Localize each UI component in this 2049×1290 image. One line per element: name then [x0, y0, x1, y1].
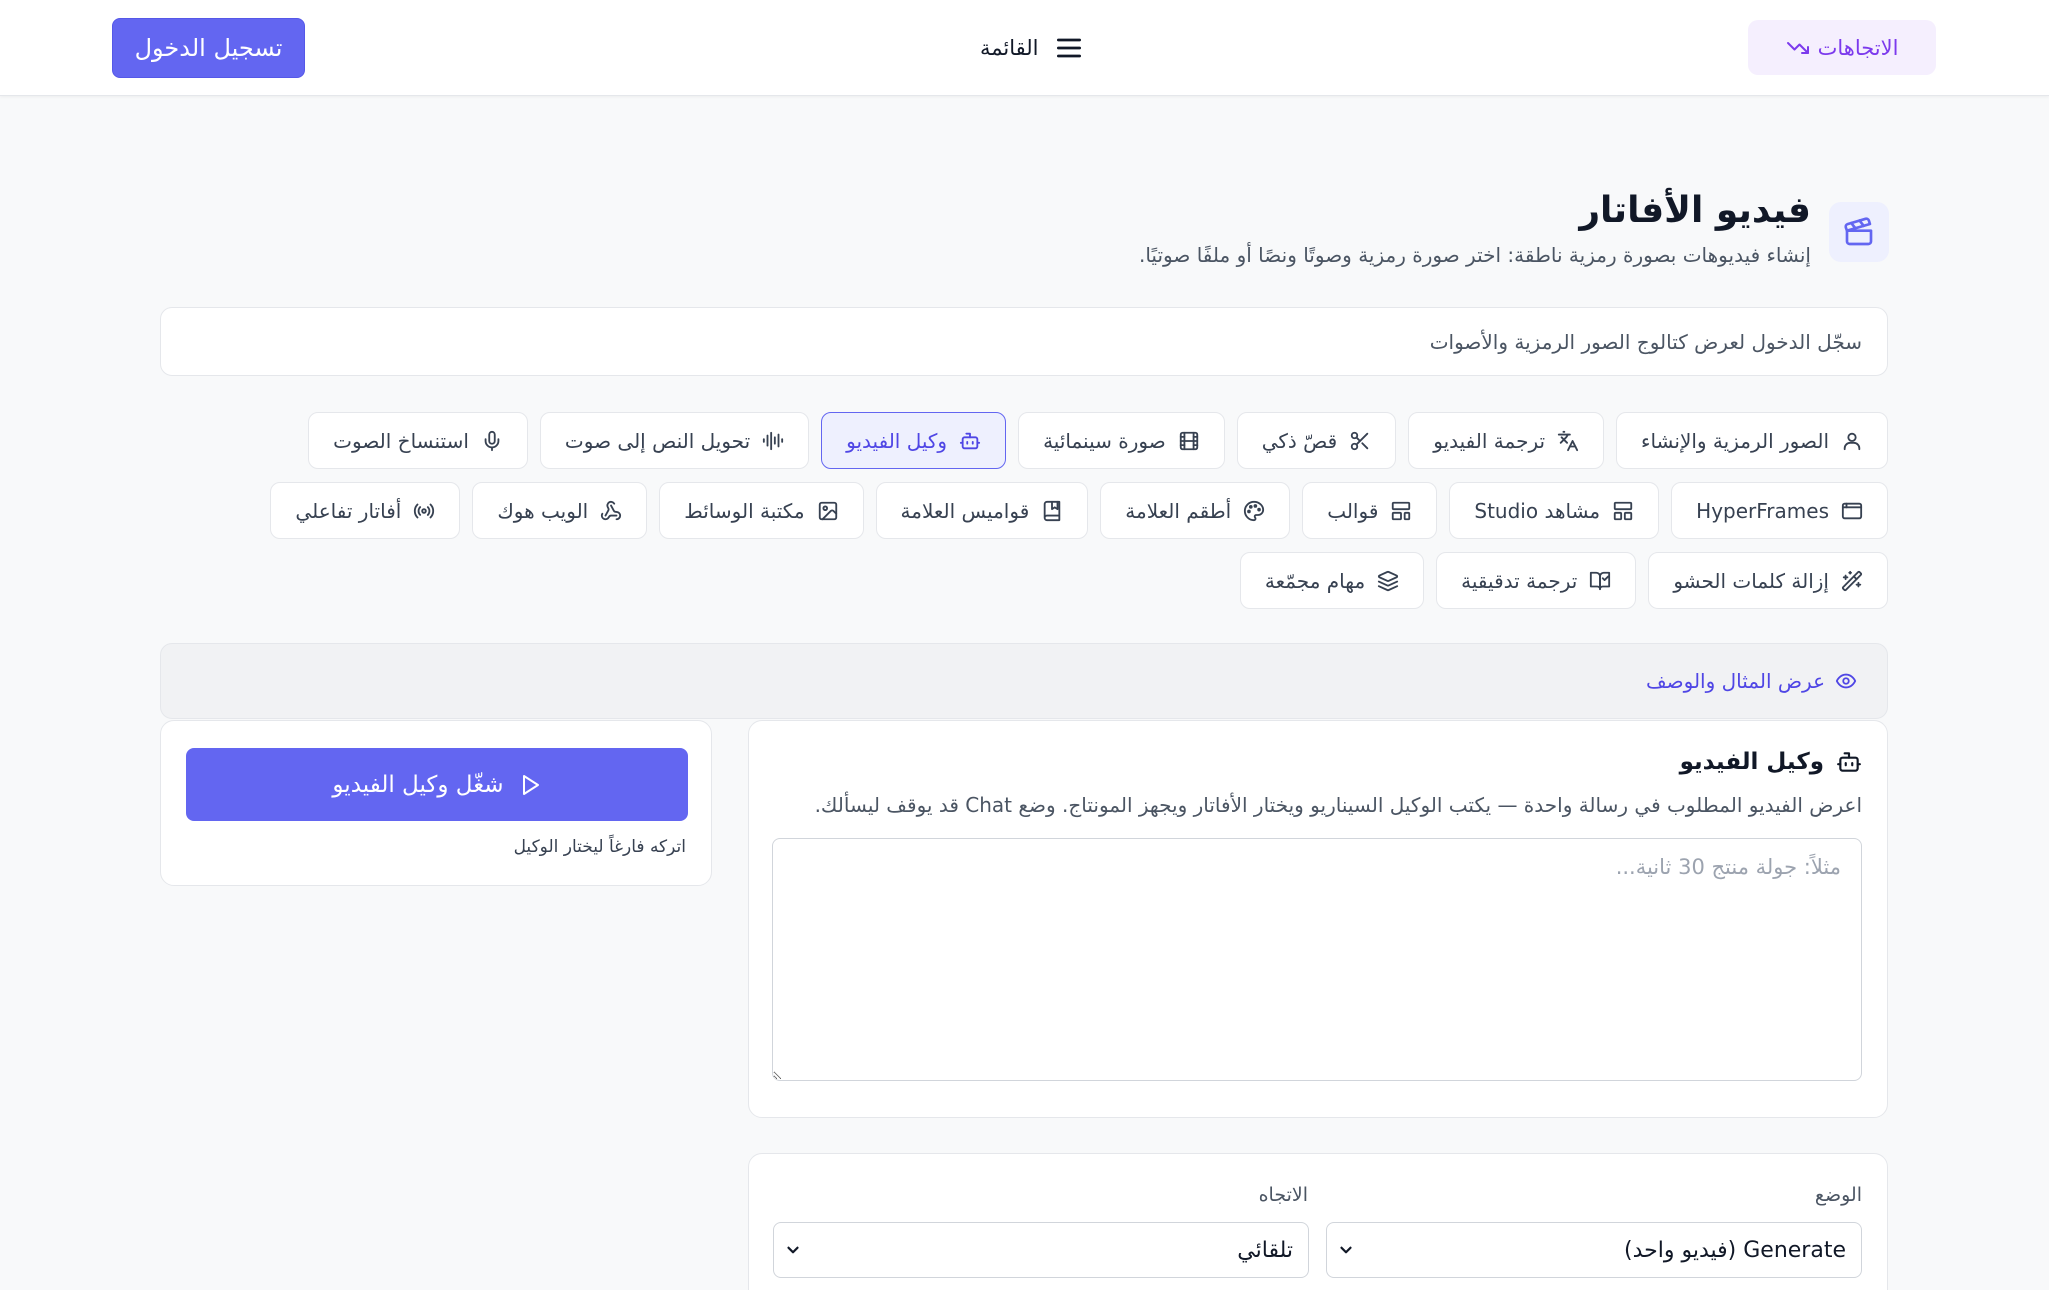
login-required-banner: سجّل الدخول لعرض كتالوج الصور الرمزية وا… [160, 307, 1888, 376]
orientation-select[interactable]: تلقائي [773, 1222, 1309, 1278]
tab-book[interactable]: قواميس العلامة [875, 482, 1089, 539]
agent-description: اعرض الفيديو المطلوب في رسالة واحدة — يك… [814, 793, 1862, 817]
template-icon [1392, 501, 1411, 520]
chevron-down-icon [787, 1246, 799, 1254]
tab-label: أفاتار تفاعلي [295, 498, 402, 523]
bot-icon [959, 432, 981, 449]
trending-icon [1786, 41, 1809, 54]
tab-scissors[interactable]: قصّ ذكي [1236, 412, 1397, 469]
webhook-icon [601, 500, 622, 520]
image-icon [818, 501, 837, 520]
show-example-toggle[interactable]: عرض المثال والوصف [160, 643, 1888, 719]
tab-label: HyperFrames [1696, 498, 1829, 523]
login-button[interactable]: تسجيل الدخول [112, 18, 305, 78]
tab-label: ترجمة تدقيقية [1461, 568, 1578, 593]
tab-user[interactable]: الصور الرمزية والإنشاء [1616, 412, 1888, 469]
agent-prompt-textarea[interactable] [772, 838, 1862, 1081]
scissors-icon [1351, 431, 1369, 450]
run-agent-label: شغّل وكيل الفيديو [332, 771, 504, 798]
orientation-label: الاتجاه [1258, 1184, 1308, 1206]
radio-icon [414, 503, 435, 518]
tab-radio[interactable]: أفاتار تفاعلي [270, 482, 461, 539]
video-agent-card: وكيل الفيديو اعرض الفيديو المطلوب في رسا… [748, 720, 1888, 1118]
tab-mic[interactable]: استنساخ الصوت [308, 412, 528, 469]
layers-icon [1378, 570, 1399, 591]
book-check-icon [1590, 571, 1611, 590]
agent-title: وكيل الفيديو [1679, 749, 1824, 775]
play-icon [522, 774, 539, 795]
user-icon [1843, 432, 1861, 450]
tab-label: قصّ ذكي [1261, 428, 1338, 453]
tab-label: تحويل النص إلى صوت [564, 428, 751, 453]
show-example-label: عرض المثال والوصف [1645, 669, 1825, 693]
clapperboard-icon [1829, 202, 1889, 262]
palette-icon [1244, 500, 1265, 521]
tab-label: إزالة كلمات الحشو [1673, 568, 1829, 593]
tab-audio-lines[interactable]: تحويل النص إلى صوت [539, 412, 810, 469]
tab-book-check[interactable]: ترجمة تدقيقية [1436, 552, 1637, 609]
app-window-icon [1841, 502, 1863, 519]
page-subtitle: إنشاء فيديوهات بصورة رمزية ناطقة: اختر ص… [1138, 243, 1811, 267]
tab-label: قوالب [1327, 498, 1379, 523]
tab-template[interactable]: قوالب [1302, 482, 1438, 539]
mode-select[interactable]: Generate (فيديو واحد) [1326, 1222, 1862, 1278]
settings-card: الوضع Generate (فيديو واحد) الاتجاه تلقا… [748, 1153, 1888, 1290]
page-title: فيديو الأفاتار [1579, 190, 1811, 231]
tab-label: استنساخ الصوت [333, 428, 469, 453]
tab-translate[interactable]: ترجمة الفيديو [1408, 412, 1605, 469]
run-agent-card: شغّل وكيل الفيديو اتركه فارغاً ليختار ال… [160, 720, 712, 886]
chevron-down-icon [1340, 1246, 1352, 1254]
wand-icon [1841, 570, 1863, 591]
tab-webhook[interactable]: الويب هوك [472, 482, 648, 539]
menu-button[interactable]: القائمة [980, 30, 1085, 66]
menu-label: القائمة [980, 36, 1039, 60]
feature-tabs: الصور الرمزية والإنشاء ترجمة الفيديو قصّ ذ… [148, 412, 1888, 609]
translate-icon [1557, 430, 1579, 451]
tab-palette[interactable]: أطقم العلامة [1100, 482, 1291, 539]
run-agent-button[interactable]: شغّل وكيل الفيديو [186, 748, 688, 821]
run-agent-hint: اتركه فارغاً ليختار الوكيل [513, 837, 686, 857]
tab-label: ترجمة الفيديو [1433, 428, 1546, 453]
top-navbar: الاتجاهات القائمة تسجيل الدخول [0, 0, 2049, 96]
tab-layers[interactable]: مهام مجمّعة [1239, 552, 1425, 609]
trends-label: الاتجاهات [1817, 35, 1899, 60]
tab-film[interactable]: صورة سينمائية [1018, 412, 1225, 469]
tab-layout[interactable]: مشاهد Studio [1449, 482, 1660, 539]
hamburger-icon [1056, 38, 1081, 58]
tab-label: أطقم العلامة [1125, 498, 1232, 523]
trends-button[interactable]: الاتجاهات [1748, 20, 1936, 75]
tab-label: صورة سينمائية [1043, 428, 1166, 453]
tab-image[interactable]: مكتبة الوسائط [659, 482, 864, 539]
layout-icon [1613, 501, 1633, 520]
tab-wand[interactable]: إزالة كلمات الحشو [1648, 552, 1888, 609]
tab-label: مكتبة الوسائط [684, 498, 805, 523]
tab-label: مهام مجمّعة [1264, 568, 1366, 593]
film-icon [1179, 431, 1198, 450]
tab-label: مشاهد Studio [1474, 498, 1601, 523]
mode-label: الوضع [1814, 1184, 1862, 1206]
eye-icon [1835, 673, 1857, 689]
tab-label: قواميس العلامة [900, 498, 1030, 523]
tab-label: الويب هوك [497, 498, 589, 523]
audio-lines-icon [763, 431, 784, 450]
agent-card-header: وكيل الفيديو [1680, 749, 1862, 775]
bot-icon [1837, 752, 1861, 772]
tab-bot[interactable]: وكيل الفيديو [821, 412, 1007, 469]
tab-label: الصور الرمزية والإنشاء [1641, 428, 1829, 453]
mic-icon [484, 430, 500, 451]
tab-app-window[interactable]: HyperFrames [1671, 482, 1888, 539]
mode-select-value: Generate (فيديو واحد) [1624, 1237, 1846, 1263]
book-icon [1044, 500, 1061, 521]
tab-label: وكيل الفيديو [846, 428, 948, 453]
orientation-select-value: تلقائي [1237, 1237, 1293, 1263]
